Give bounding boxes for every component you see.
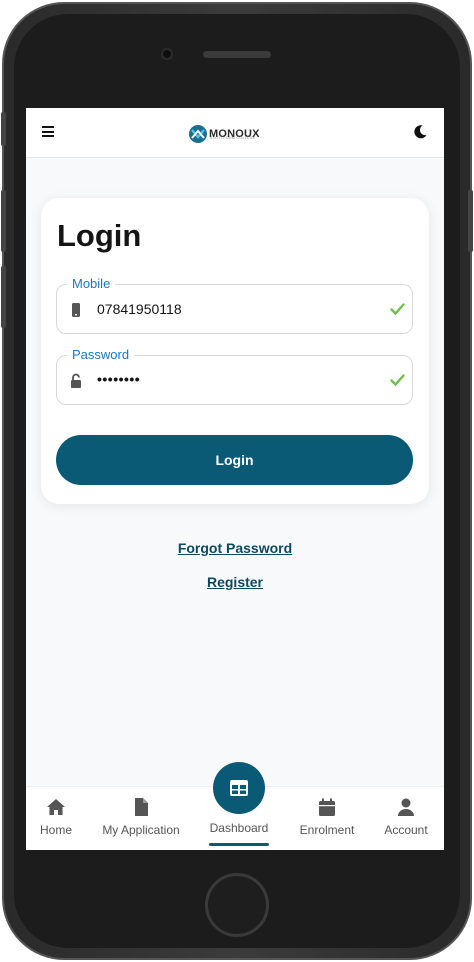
- power-button: [468, 190, 473, 252]
- checkmark-icon: [390, 303, 405, 316]
- forgot-password-link[interactable]: Forgot Password: [26, 540, 444, 556]
- login-button[interactable]: Login: [56, 435, 413, 485]
- nav-label: Enrolment: [299, 823, 355, 837]
- college-logo: MONOUX SIXTH FORM COLLEGE: [188, 122, 262, 146]
- checkmark-icon: [390, 374, 405, 387]
- user-icon: [398, 798, 414, 816]
- nav-label: My Application: [102, 823, 180, 837]
- volume-down-button: [1, 266, 6, 328]
- password-label: Password: [67, 347, 135, 362]
- active-tab-indicator: [209, 843, 269, 846]
- volume-up-button: [1, 190, 6, 252]
- calendar-icon: [319, 798, 335, 816]
- logo-mark-icon: [189, 125, 207, 143]
- logo-subtext: SIXTH FORM COLLEGE: [210, 136, 256, 140]
- home-icon: [47, 799, 65, 815]
- mobile-label: Mobile: [67, 276, 116, 291]
- hamburger-icon[interactable]: [42, 126, 54, 138]
- app-screen: MONOUX SIXTH FORM COLLEGE Login Mobile P…: [26, 108, 444, 850]
- unlock-icon: [71, 373, 81, 388]
- mobile-field[interactable]: Mobile: [56, 276, 413, 334]
- nav-item-enrolment[interactable]: Enrolment: [292, 787, 362, 850]
- dashboard-icon: [230, 780, 248, 796]
- top-app-bar: MONOUX SIXTH FORM COLLEGE: [26, 108, 444, 158]
- dashboard-label: Dashboard: [209, 821, 269, 835]
- mute-switch: [1, 112, 6, 146]
- front-camera: [161, 48, 173, 60]
- page-title: Login: [57, 218, 142, 253]
- earpiece-speaker: [203, 51, 271, 58]
- password-field[interactable]: Password ••••••••: [56, 347, 413, 405]
- document-icon: [135, 798, 148, 816]
- nav-item-home[interactable]: Home: [30, 787, 82, 850]
- nav-item-my-application[interactable]: My Application: [98, 787, 184, 850]
- moon-icon[interactable]: [412, 124, 428, 140]
- nav-label: Home: [39, 823, 72, 837]
- nav-label: Account: [384, 823, 428, 837]
- nav-item-dashboard[interactable]: [213, 762, 265, 814]
- mobile-phone-icon: [72, 303, 80, 317]
- mobile-input[interactable]: [97, 301, 377, 317]
- login-card: Login Mobile Password •••••••• Login: [41, 198, 429, 504]
- password-input[interactable]: ••••••••: [97, 371, 377, 387]
- register-link[interactable]: Register: [26, 574, 444, 590]
- home-hardware-button[interactable]: [205, 873, 269, 937]
- nav-item-account[interactable]: Account: [380, 787, 432, 850]
